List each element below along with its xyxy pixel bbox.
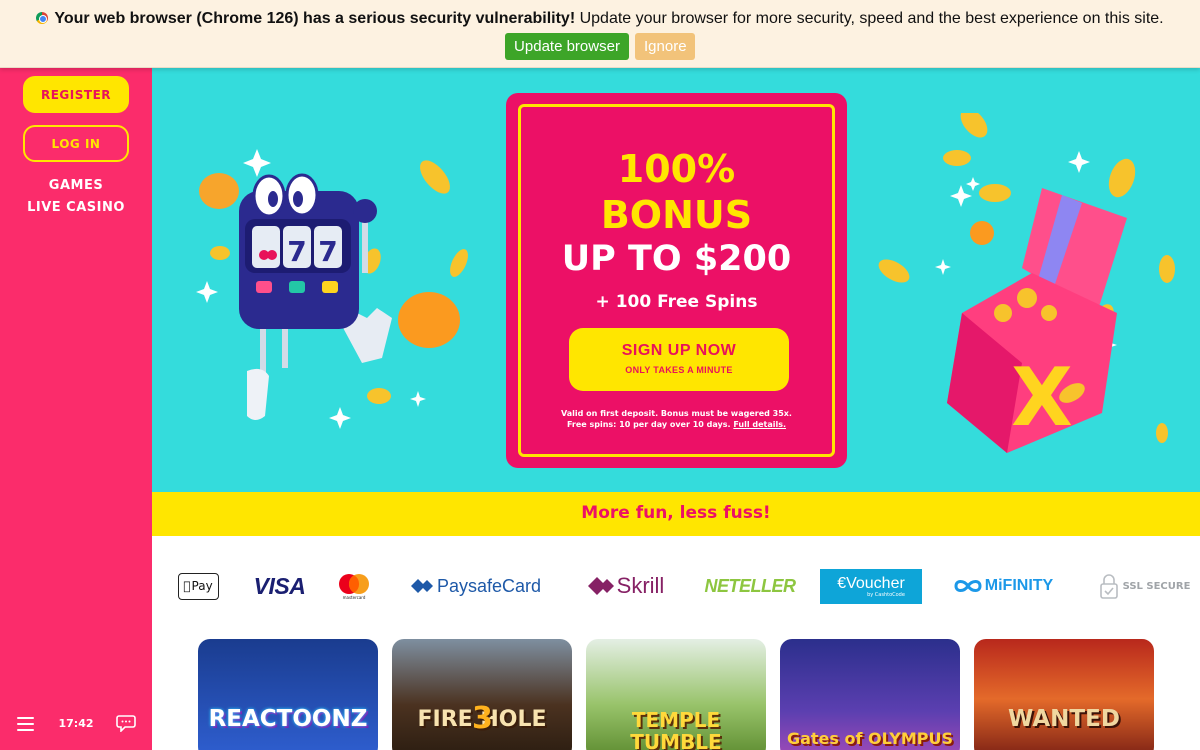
full-details-link[interactable]: Full details. [733,420,786,429]
apple-pay-text: Pay [187,579,213,593]
svg-text:7: 7 [318,235,337,268]
terms-line-1: Valid on first deposit. Bonus must be wa… [561,409,792,418]
mifinity-infinity-icon [954,580,982,592]
sign-up-title: SIGN UP NOW [621,342,737,359]
terms-line-2: Free spins: 10 per day over 10 days. Ful… [521,419,832,430]
evoucher-subtext: by CashtoCode [867,591,905,598]
mifinity-text: MiFINITY [984,577,1054,594]
game-tile-fire-hole[interactable]: FIRE HOLE 3 [392,639,572,750]
promo-percent: 100% [617,147,736,191]
ssl-text: SSL SECURE [1122,580,1191,592]
chrome-icon [36,12,49,24]
sidebar [0,68,152,750]
ssl-secure-badge: SSL SECURE [1089,569,1200,603]
fire-hole-badge: 3 [472,701,493,736]
evoucher-logo: €Voucher by CashtoCode [820,569,922,604]
mastercard-logo: mastercard [335,569,373,603]
bonus-terms: Valid on first deposit. Bonus must be wa… [521,408,832,430]
paysafecard-icon [410,579,433,593]
update-message-rest: Update your browser for more security, s… [575,10,1164,27]
terms-line-2-text: Free spins: 10 per day over 10 days. [566,420,731,429]
neteller-logo: NETELLER [700,569,800,603]
chat-icon[interactable] [116,715,136,732]
slot-machine-mascot-illustration: 7 7 [196,149,468,429]
evoucher-word: Voucher [846,574,905,592]
login-button[interactable]: LOG IN [23,125,129,162]
game-tile-wanted[interactable]: WANTED [974,639,1154,750]
promo-card-inner: 100% BONUS UP TO $200 + 100 Free Spins S… [518,104,835,457]
promo-bonus: BONUS [600,193,753,237]
paysafecard-logo: PaysafeCard [406,569,546,603]
game-tile-temple-tumble[interactable]: TEMPLE TUMBLE [586,639,766,750]
game-tile-reactoonz[interactable]: REACTOONZ [198,639,378,750]
promo-amount: UP TO $200 [561,239,792,279]
visa-logo: VISA [247,569,312,603]
neteller-text: NETELLER [704,575,796,596]
game-title-fire-hole: FIRE HOLE 3 [392,701,572,736]
skrill-text: Skrill [616,573,665,598]
gift-box-illustration: X [878,113,1175,453]
game-title-gates-of-olympus: Gates of OLYMPUS [786,729,954,748]
register-button[interactable]: REGISTER [23,76,129,113]
visa-text: VISA [253,572,306,599]
game-title-wanted: WANTED [1008,706,1120,732]
apple-pay-logo: Pay [177,569,219,603]
payment-methods-row: Pay VISA mastercard PaysafeCard Skrill … [152,536,1200,636]
tagline-band: More fun, less fuss! [152,492,1200,536]
hero-banner: 7 7 100% BONUS UP TO $200 + 100 Free Spi… [152,68,1200,492]
skrill-logo: Skrill [582,569,670,603]
hamburger-icon[interactable] [17,717,34,731]
promo-free-spins: + 100 Free Spins [595,292,758,312]
mastercard-icon [339,573,369,594]
nav-games[interactable]: GAMES [0,178,152,193]
padlock-icon [1099,574,1118,599]
game-title-reactoonz: REACTOONZ [208,706,368,732]
update-browser-button[interactable]: Update browser [505,33,629,60]
mastercard-text: mastercard [342,594,366,600]
sign-up-subtitle: ONLY TAKES A MINUTE [625,365,733,375]
mifinity-logo: MiFINITY [947,569,1059,603]
update-message-bold: Your web browser (Chrome 126) has a seri… [54,10,576,27]
update-message: Your web browser (Chrome 126) has a seri… [0,10,1200,28]
tagline-text: More fun, less fuss! [581,503,771,523]
svg-text:7: 7 [287,235,306,268]
game-tile-gates-of-olympus[interactable]: Gates of OLYMPUS [780,639,960,750]
paysafecard-text: PaysafeCard [436,575,542,596]
evoucher-text: €Voucher [837,574,905,592]
game-title-temple-tumble: TEMPLE TUMBLE [630,708,722,750]
ignore-button[interactable]: Ignore [635,33,695,60]
browser-update-bar: Your web browser (Chrome 126) has a seri… [0,0,1200,68]
sign-up-button[interactable]: SIGN UP NOW ONLY TAKES A MINUTE [569,328,789,391]
skrill-icon [587,577,614,595]
clock: 17:42 [58,717,94,730]
promo-card: 100% BONUS UP TO $200 + 100 Free Spins S… [506,93,847,468]
nav-live-casino[interactable]: LIVE CASINO [0,200,152,215]
